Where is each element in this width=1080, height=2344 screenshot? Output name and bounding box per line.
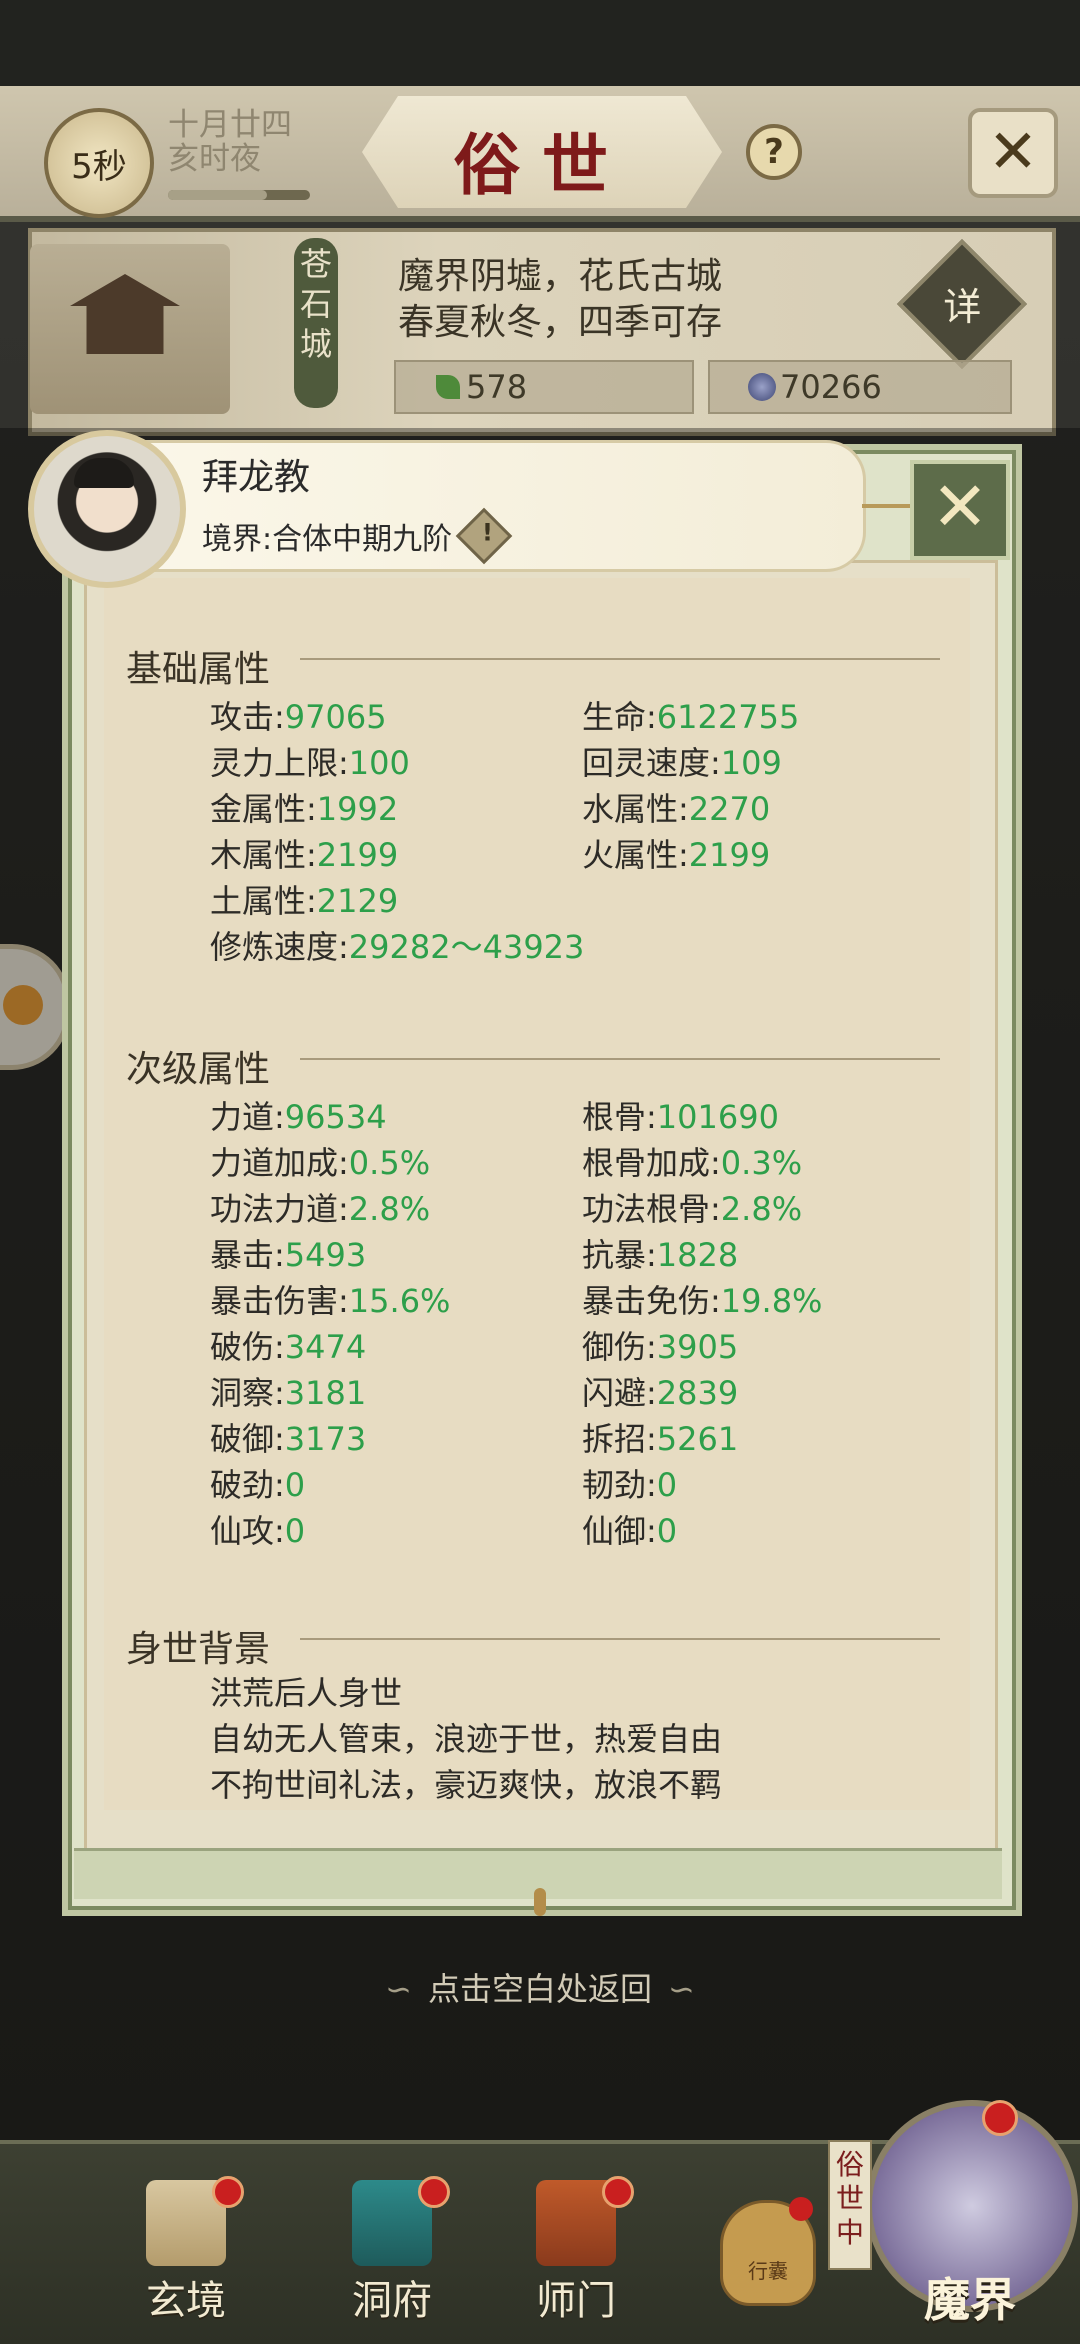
- stat-strength: 力道:96534: [210, 1098, 387, 1136]
- date-line-1: 十月廿四: [168, 107, 292, 143]
- time-progress-bar: [168, 190, 310, 200]
- stat-metal: 金属性:1992: [210, 790, 399, 828]
- background-line: 自幼无人管束，浪迹于世，热爱自由: [210, 1720, 723, 1758]
- stat-wood: 木属性:2199: [210, 836, 399, 874]
- stat-skill-constitution: 功法根骨:2.8%: [582, 1190, 803, 1228]
- nav-label: 洞府: [352, 2278, 432, 2324]
- resource-spirit-value: 70266: [780, 368, 882, 406]
- stat-fire: 火属性:2199: [582, 836, 771, 874]
- resource-jade-value: 578: [466, 368, 528, 406]
- stat-crit-damage: 暴击伤害:15.6%: [210, 1282, 451, 1320]
- jade-leaf-icon: [436, 375, 460, 399]
- stat-attack: 攻击:97065: [210, 698, 387, 736]
- stat-toughness: 韧劲:0: [582, 1466, 678, 1504]
- city-desc-line-1: 魔界阴墟，花氏古城: [398, 256, 723, 297]
- secondary-stats-title: 次级属性: [126, 1049, 271, 1090]
- background-title: 身世背景: [126, 1629, 271, 1670]
- stat-cultivation-speed: 修炼速度:29282～43923: [210, 928, 585, 966]
- stat-insight: 洞察:3181: [210, 1374, 367, 1412]
- section-divider: [300, 1638, 940, 1640]
- city-desc-line-2: 春夏秋冬，四季可存: [398, 302, 723, 343]
- bag-button[interactable]: 行囊: [720, 2197, 816, 2306]
- stat-dodge: 闪避:2839: [582, 1374, 739, 1412]
- city-description: 魔界阴墟，花氏古城 春夏秋冬，四季可存: [398, 254, 722, 346]
- notification-dot: [789, 2197, 813, 2221]
- resource-spirit-stone: 70266: [708, 360, 1012, 414]
- status-bar: [0, 0, 1080, 86]
- top-close-button[interactable]: ✕: [968, 108, 1058, 198]
- realm-info-icon[interactable]: !: [455, 507, 513, 565]
- stat-skill-strength: 功法力道:2.8%: [210, 1190, 431, 1228]
- section-divider: [300, 1058, 940, 1060]
- detail-label: 详: [943, 285, 982, 330]
- stat-strength-bonus: 力道加成:0.5%: [210, 1144, 431, 1182]
- stat-parry: 拆招:5261: [582, 1420, 739, 1458]
- section-divider: [300, 658, 940, 660]
- city-illustration: [30, 244, 230, 414]
- timer-badge: 5秒: [44, 108, 154, 218]
- mojie-label: 魔界: [924, 2273, 1016, 2327]
- date-line-2: 亥时夜: [168, 141, 261, 177]
- stat-pierce: 破伤:3474: [210, 1328, 367, 1366]
- notification-dot: [982, 2100, 1018, 2136]
- tap-to-return-hint[interactable]: 点击空白处返回: [0, 1964, 1080, 2010]
- timer-text: 5秒: [71, 146, 127, 187]
- game-date: 十月廿四 亥时夜: [168, 108, 292, 176]
- stat-break-defense: 破御:3173: [210, 1420, 367, 1458]
- notification-dot: [418, 2176, 450, 2208]
- city-name-tag: 苍石城: [294, 238, 338, 408]
- character-realm: 境界:合体中期九阶 !: [202, 507, 513, 565]
- background-line: 不拘世间礼法，豪迈爽快，放浪不羁: [210, 1766, 723, 1804]
- notification-dot: [602, 2176, 634, 2208]
- notification-dot: [212, 2176, 244, 2208]
- stat-constitution: 根骨:101690: [582, 1098, 779, 1136]
- bag-label: 行囊: [748, 2259, 788, 2283]
- stat-break-force: 破劲:0: [210, 1466, 306, 1504]
- resource-jade: 578: [394, 360, 694, 414]
- background-line: 洪荒后人身世: [210, 1674, 403, 1712]
- help-button[interactable]: ?: [746, 124, 802, 180]
- stat-crit-resist: 抗暴:1828: [582, 1236, 739, 1274]
- spirit-orb-icon: [748, 373, 776, 401]
- stat-crit-reduction: 暴击免伤:19.8%: [582, 1282, 823, 1320]
- stat-immortal-defense: 仙御:0: [582, 1512, 678, 1550]
- stat-water: 水属性:2270: [582, 790, 771, 828]
- nav-dongfu[interactable]: 洞府: [322, 2176, 462, 2330]
- stat-earth: 土属性:2129: [210, 882, 399, 920]
- panel-bottom-knob: [534, 1888, 546, 1916]
- stat-guard: 御伤:3905: [582, 1328, 739, 1366]
- stat-hp: 生命:6122755: [582, 698, 800, 736]
- nav-label: 玄境: [146, 2278, 226, 2324]
- panel-close-button[interactable]: ✕: [910, 460, 1010, 560]
- nav-shimen[interactable]: 师门: [506, 2176, 646, 2330]
- character-avatar: [28, 430, 186, 588]
- nav-xuanjing[interactable]: 玄境: [116, 2176, 256, 2330]
- page-title-plate: 俗世: [362, 96, 722, 208]
- basic-stats-title: 基础属性: [126, 649, 271, 690]
- stat-mana-cap: 灵力上限:100: [210, 744, 410, 782]
- stat-crit: 暴击:5493: [210, 1236, 367, 1274]
- character-name: 拜龙教: [202, 457, 311, 498]
- realm-text: 境界:合体中期九阶: [202, 522, 453, 557]
- stat-constitution-bonus: 根骨加成:0.3%: [582, 1144, 803, 1182]
- in-world-tag: 俗世中: [828, 2140, 872, 2270]
- stat-immortal-attack: 仙攻:0: [210, 1512, 306, 1550]
- close-connector: [862, 504, 912, 508]
- page-title: 俗世: [454, 126, 630, 204]
- nav-label: 师门: [536, 2278, 616, 2324]
- stat-mana-regen: 回灵速度:109: [582, 744, 782, 782]
